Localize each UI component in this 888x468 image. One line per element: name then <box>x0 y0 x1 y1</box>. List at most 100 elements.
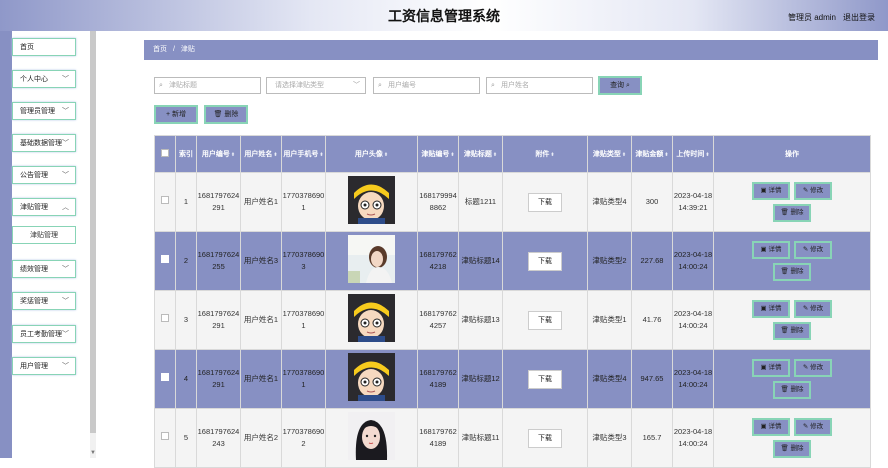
cell-user-name: 用户姓名2 <box>240 408 282 468</box>
sidebar-item-admin-manage[interactable]: 管理员管理 ﹀ <box>12 102 76 120</box>
breadcrumb-home[interactable]: 首页 <box>153 46 167 53</box>
row-select-cell[interactable] <box>154 408 176 468</box>
delete-button[interactable]: 🗑 删除 <box>773 204 811 222</box>
sidebar-item-notice[interactable]: 公告管理 ﹀ <box>12 166 76 184</box>
row-checkbox[interactable] <box>161 196 169 204</box>
col-header[interactable]: 用户手机号⬍ <box>281 135 326 173</box>
edit-button[interactable]: ✎ 修改 <box>794 300 832 318</box>
edit-button[interactable]: ✎ 修改 <box>794 241 832 259</box>
sidebar-item-performance[interactable]: 绩效管理 ﹀ <box>12 260 76 278</box>
row-checkbox[interactable] <box>161 314 169 322</box>
search-icon: ⌕ <box>491 82 495 89</box>
download-button[interactable]: 下载 <box>528 310 562 330</box>
sidebar-item-label: 员工考勤管理 <box>20 331 62 338</box>
detail-icon: ▣ <box>760 364 767 371</box>
col-header[interactable]: 用户编号⬍ <box>196 135 241 173</box>
sidebar-item-attendance[interactable]: 员工考勤管理 ﹀ <box>12 325 76 343</box>
download-button[interactable]: 下载 <box>528 428 562 448</box>
sort-icon[interactable]: ⬍ <box>384 152 388 158</box>
edit-button[interactable]: ✎ 修改 <box>794 182 832 200</box>
sidebar-item-basic-data[interactable]: 基础数据管理 ﹀ <box>12 134 76 152</box>
trash-icon: 🗑 <box>780 268 789 275</box>
chevron-down-icon: ﹀ <box>62 140 69 147</box>
delete-button[interactable]: 🗑 删除 <box>773 440 811 458</box>
col-header[interactable]: 附件⬍ <box>502 135 588 173</box>
row-select-cell[interactable] <box>154 290 176 350</box>
row-checkbox[interactable] <box>161 255 169 263</box>
download-button[interactable]: 下载 <box>528 369 562 389</box>
allowance-table: 索引 用户编号⬍ 用户姓名⬍ 用户手机号⬍ 用户头像⬍ 津贴编号⬍ 津贴标题⬍ … <box>154 135 871 468</box>
col-header[interactable]: 上传时间⬍ <box>672 135 714 173</box>
sidebar-item-label: 公告管理 <box>20 172 48 179</box>
sidebar-subitem-allowance[interactable]: 津贴管理 <box>12 226 76 244</box>
col-header[interactable]: 津贴编号⬍ <box>417 135 459 173</box>
row-select-cell[interactable] <box>154 231 176 291</box>
cell-attachment: 下载 <box>502 231 588 291</box>
add-button[interactable]: + 新增 <box>154 105 198 124</box>
chevron-down-icon: ﹀ <box>62 298 69 305</box>
user-name-search-input[interactable]: ⌕ 用户姓名 <box>486 77 593 94</box>
batch-delete-button[interactable]: 🗑 删除 <box>204 105 248 124</box>
sort-icon[interactable]: ⬍ <box>705 152 709 158</box>
edit-icon: ✎ <box>802 423 809 430</box>
delete-button[interactable]: 🗑 删除 <box>773 263 811 281</box>
sidebar-item-home[interactable]: 首页 <box>12 38 76 56</box>
edit-button[interactable]: ✎ 修改 <box>794 418 832 436</box>
row-select-cell[interactable] <box>154 172 176 232</box>
query-button[interactable]: 查询 ⌕ <box>598 76 642 95</box>
detail-button[interactable]: ▣ 详情 <box>752 241 790 259</box>
avatar <box>348 235 395 283</box>
col-header[interactable]: 津贴类型⬍ <box>587 135 632 173</box>
sort-icon[interactable]: ⬍ <box>550 152 554 158</box>
col-header: 操作 <box>713 135 871 173</box>
cell-user-no: 1681797624291 <box>196 290 241 350</box>
sidebar-item-reward[interactable]: 奖惩管理 ﹀ <box>12 292 76 310</box>
table-row: 4 1681797624291 用户姓名1 17703786901 1681797624… <box>154 349 871 409</box>
sort-icon[interactable]: ⬍ <box>664 152 668 158</box>
sort-icon[interactable]: ⬍ <box>622 152 626 158</box>
cell-phone: 17703786901 <box>281 290 326 350</box>
sort-icon[interactable]: ⬍ <box>231 152 235 158</box>
sort-icon[interactable]: ⬍ <box>450 152 454 158</box>
row-checkbox[interactable] <box>161 432 169 440</box>
detail-icon: ▣ <box>760 246 767 253</box>
detail-button[interactable]: ▣ 详情 <box>752 359 790 377</box>
sort-icon[interactable]: ⬍ <box>493 152 497 158</box>
sidebar-item-allowance[interactable]: 津贴管理 ︿ <box>12 198 76 216</box>
row-select-cell[interactable] <box>154 349 176 409</box>
col-header[interactable]: 津贴金额⬍ <box>631 135 673 173</box>
avatar <box>348 294 395 342</box>
type-select[interactable]: 请选择津贴类型 ﹀ <box>266 77 366 94</box>
download-button[interactable]: 下载 <box>528 251 562 271</box>
sort-icon[interactable]: ⬍ <box>273 152 277 158</box>
scroll-down-icon[interactable]: ▼ <box>90 450 96 456</box>
col-header[interactable]: 用户头像⬍ <box>325 135 418 173</box>
detail-button[interactable]: ▣ 详情 <box>752 418 790 436</box>
sidebar-item-personal-center[interactable]: 个人中心 ﹀ <box>12 70 76 88</box>
sidebar-scroll-thumb[interactable] <box>90 31 96 433</box>
col-header[interactable]: 津贴标题⬍ <box>458 135 503 173</box>
search-icon: ⌕ <box>378 82 382 89</box>
delete-button[interactable]: 🗑 删除 <box>773 322 811 340</box>
download-button[interactable]: 下载 <box>528 192 562 212</box>
detail-button[interactable]: ▣ 详情 <box>752 182 790 200</box>
avatar <box>348 353 395 401</box>
sidebar-accent-bar <box>0 31 12 458</box>
select-all-checkbox[interactable] <box>161 149 169 157</box>
user-no-search-input[interactable]: ⌕ 用户编号 <box>373 77 480 94</box>
title-search-input[interactable]: ⌕ 津贴标题 <box>154 77 261 94</box>
cell-time: 2023-04-18 14:39:21 <box>672 172 714 232</box>
cell-title: 标题1211 <box>458 172 503 232</box>
col-header[interactable]: 用户姓名⬍ <box>240 135 282 173</box>
sidebar-item-users[interactable]: 用户管理 ﹀ <box>12 357 76 375</box>
select-all-cell[interactable] <box>154 135 176 173</box>
delete-button[interactable]: 🗑 删除 <box>773 381 811 399</box>
sidebar-item-label: 绩效管理 <box>20 266 48 273</box>
sort-icon[interactable]: ⬍ <box>319 152 323 158</box>
detail-button[interactable]: ▣ 详情 <box>752 300 790 318</box>
logout-link[interactable]: 退出登录 <box>843 12 875 23</box>
edit-button[interactable]: ✎ 修改 <box>794 359 832 377</box>
row-checkbox[interactable] <box>161 373 169 381</box>
cell-attachment: 下载 <box>502 172 588 232</box>
cell-avatar <box>325 408 418 468</box>
